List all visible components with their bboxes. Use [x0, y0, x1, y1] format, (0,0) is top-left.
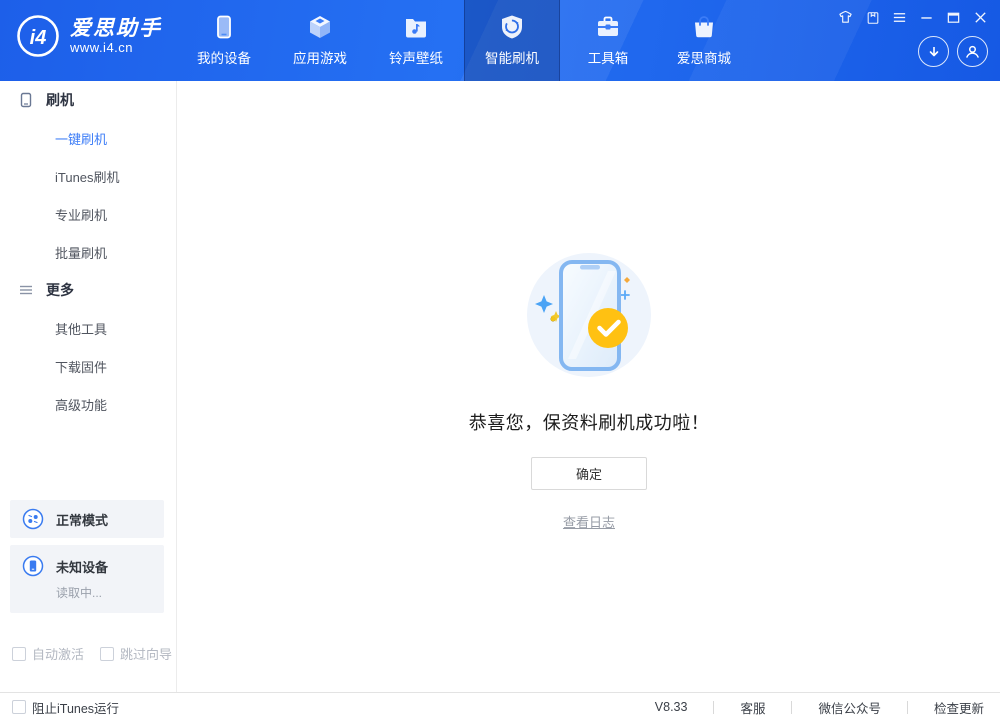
sidebar-item-pro-flash[interactable]: 专业刷机 — [0, 195, 176, 233]
theme-icon[interactable] — [838, 10, 853, 25]
checkbox-icon — [100, 647, 114, 661]
minimize-icon[interactable] — [919, 10, 934, 25]
unknown-device-icon — [22, 555, 44, 577]
sidebar-item-batch-flash[interactable]: 批量刷机 — [0, 233, 176, 271]
sidebar-item-one-click-flash[interactable]: 一键刷机 — [0, 119, 176, 157]
toolbox-icon — [595, 14, 621, 40]
maximize-icon[interactable] — [946, 10, 961, 25]
sidebar-checkboxes: 自动激活 跳过向导 — [12, 644, 172, 663]
divider — [791, 701, 792, 714]
device-icon — [211, 14, 237, 40]
skip-wizard-checkbox[interactable]: 跳过向导 — [100, 644, 172, 663]
sidebar-section-more: 更多 — [0, 271, 176, 309]
checkbox-icon — [12, 647, 26, 661]
mall-icon — [691, 14, 717, 40]
version-label: V8.33 — [655, 700, 688, 714]
divider — [713, 701, 714, 714]
quick-buttons — [918, 36, 988, 67]
phone-icon — [18, 92, 34, 108]
auto-activate-checkbox[interactable]: 自动激活 — [12, 644, 84, 663]
block-itunes-checkbox[interactable]: 阻止iTunes运行 — [12, 698, 119, 717]
ringtone-wallpaper-icon — [403, 14, 429, 40]
feedback-icon[interactable] — [865, 10, 880, 25]
sidebar-item-download-firmware[interactable]: 下载固件 — [0, 347, 176, 385]
tab-smart-flash[interactable]: 智能刷机 — [464, 0, 560, 81]
main-content: 恭喜您，保资料刷机成功啦！ 确定 查看日志 — [178, 81, 1000, 692]
mode-icon — [22, 508, 44, 530]
sidebar-item-other-tools[interactable]: 其他工具 — [0, 309, 176, 347]
status-bar: 阻止iTunes运行 V8.33 客服 微信公众号 检查更新 — [0, 692, 1000, 721]
tab-apps-games[interactable]: 应用游戏 — [272, 0, 368, 81]
phone-success-illustration — [504, 249, 674, 385]
confirm-button[interactable]: 确定 — [531, 457, 647, 490]
tab-my-devices[interactable]: 我的设备 — [176, 0, 272, 81]
sidebar-item-advanced-features[interactable]: 高级功能 — [0, 385, 176, 423]
sidebar-section-title: 更多 — [46, 280, 74, 300]
app-title: 爱思助手 — [70, 17, 162, 40]
device-status: 读取中... — [56, 584, 164, 601]
tab-toolbox[interactable]: 工具箱 — [560, 0, 656, 81]
device-label: 未知设备 — [56, 557, 108, 576]
sidebar-item-itunes-flash[interactable]: iTunes刷机 — [0, 157, 176, 195]
success-message: 恭喜您，保资料刷机成功啦！ — [469, 409, 710, 435]
wechat-official-link[interactable]: 微信公众号 — [818, 698, 881, 717]
window-controls — [838, 10, 988, 25]
i4-logo-icon: i4 — [16, 14, 60, 58]
smart-flash-icon — [499, 14, 525, 40]
app-header: i4 爱思助手 www.i4.cn 我的设备 应用游戏 铃声壁纸 — [0, 0, 1000, 81]
view-log-link[interactable]: 查看日志 — [563, 512, 615, 531]
mode-label: 正常模式 — [56, 510, 108, 529]
main-nav: 我的设备 应用游戏 铃声壁纸 智能刷机 工具箱 — [176, 0, 752, 81]
app-logo[interactable]: i4 爱思助手 www.i4.cn — [16, 14, 162, 58]
check-update-link[interactable]: 检查更新 — [934, 698, 984, 717]
sidebar-section-title: 刷机 — [46, 90, 74, 110]
sidebar: 刷机 一键刷机 iTunes刷机 专业刷机 批量刷机 更多 其他工具 下载固件 … — [0, 81, 177, 692]
tab-ringtones-wallpapers[interactable]: 铃声壁纸 — [368, 0, 464, 81]
download-icon[interactable] — [918, 36, 949, 67]
device-card[interactable]: 未知设备 读取中... — [10, 545, 164, 613]
menu-icon[interactable] — [892, 10, 907, 25]
tab-mall[interactable]: 爱思商城 — [656, 0, 752, 81]
menu-lines-icon — [18, 282, 34, 298]
user-icon[interactable] — [957, 36, 988, 67]
mode-card[interactable]: 正常模式 — [10, 500, 164, 538]
apps-games-icon — [307, 14, 333, 40]
checkbox-icon — [12, 700, 26, 714]
divider — [907, 701, 908, 714]
close-icon[interactable] — [973, 10, 988, 25]
app-url: www.i4.cn — [70, 40, 162, 55]
sidebar-section-flash: 刷机 — [0, 81, 176, 119]
svg-text:i4: i4 — [30, 27, 47, 49]
customer-service-link[interactable]: 客服 — [740, 698, 765, 717]
status-right-group: V8.33 客服 微信公众号 检查更新 — [655, 698, 984, 717]
